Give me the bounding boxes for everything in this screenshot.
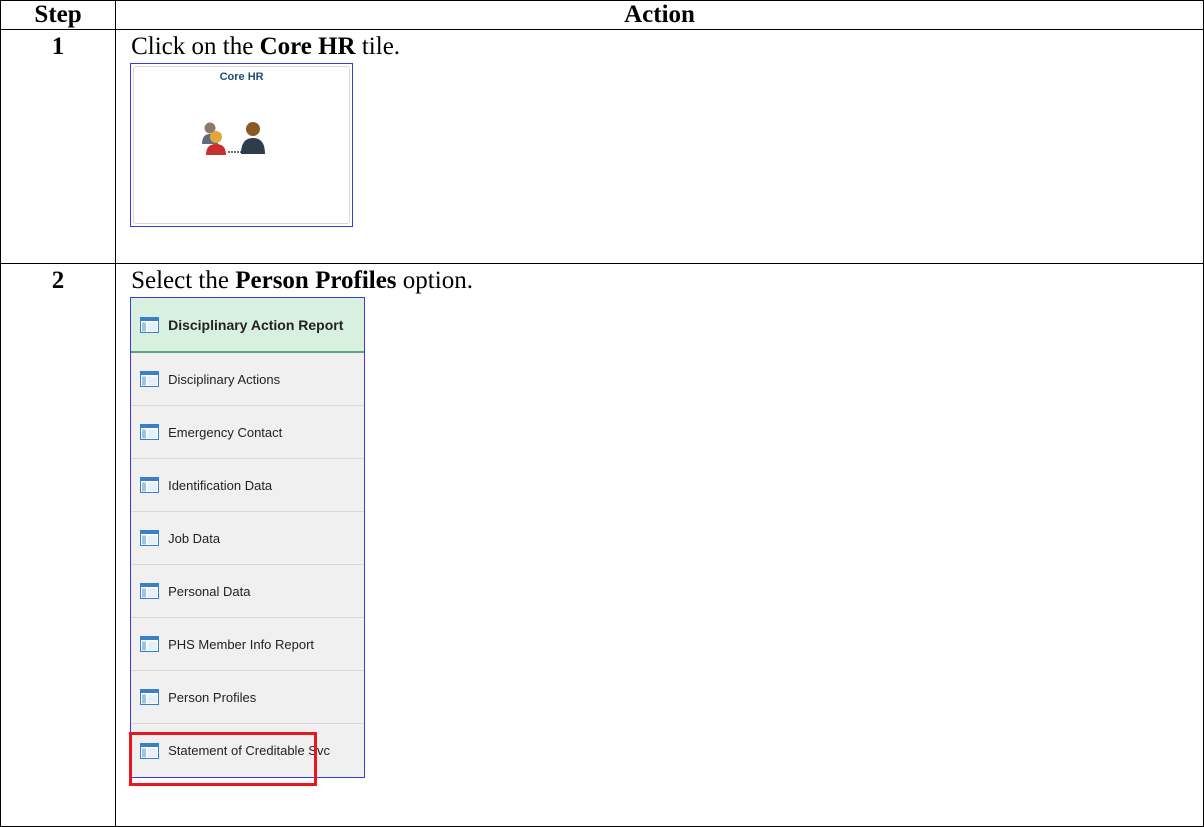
menu-item-statement-of-creditable-svc[interactable]: Statement of Creditable Svc bbox=[131, 724, 365, 777]
steps-table: Step Action 1 Click on the Core HR tile.… bbox=[0, 0, 1204, 827]
menu-item-label: Identification Data bbox=[168, 477, 273, 493]
menu-item-person-profiles[interactable]: Person Profiles bbox=[131, 671, 365, 724]
page-icon bbox=[140, 477, 160, 493]
action-cell: Select the Person Profiles option. Disci… bbox=[115, 263, 1204, 827]
menu-item-label: Disciplinary Action Report bbox=[168, 316, 344, 333]
menu-item-disciplinary-action-report[interactable]: Disciplinary Action Report bbox=[131, 298, 365, 353]
page-icon bbox=[140, 689, 160, 705]
core-hr-tile[interactable]: Core HR bbox=[130, 63, 354, 227]
tile-body[interactable]: Core HR bbox=[133, 66, 351, 224]
step-number: 2 bbox=[0, 263, 117, 827]
menu-item-disciplinary-actions[interactable]: Disciplinary Actions bbox=[131, 353, 365, 406]
page-icon bbox=[140, 583, 160, 599]
menu-item-identification-data[interactable]: Identification Data bbox=[131, 459, 365, 512]
core-hr-menu: Disciplinary Action Report Disciplinary … bbox=[129, 297, 366, 786]
action-header: Action bbox=[115, 0, 1204, 30]
page-icon bbox=[140, 424, 160, 440]
tile-title: Core HR bbox=[219, 71, 264, 83]
page-icon bbox=[140, 371, 160, 387]
instruction-text: Select the bbox=[131, 267, 236, 294]
menu-item-label: Personal Data bbox=[168, 583, 251, 599]
page-icon bbox=[140, 316, 160, 333]
table-row: 2 Select the Person Profiles option. Dis… bbox=[0, 263, 1204, 827]
menu-item-emergency-contact[interactable]: Emergency Contact bbox=[131, 406, 365, 459]
step-instruction: Select the Person Profiles option. bbox=[116, 264, 1203, 294]
menu-item-label: PHS Member Info Report bbox=[168, 636, 315, 652]
page-icon bbox=[140, 636, 160, 652]
menu-item-job-data[interactable]: Job Data bbox=[131, 512, 365, 565]
page-icon bbox=[140, 742, 160, 759]
step-header: Step bbox=[0, 0, 117, 30]
table-header-row: Step Action bbox=[0, 0, 1204, 30]
instruction-text: Click on the bbox=[131, 33, 260, 60]
step-instruction: Click on the Core HR tile. bbox=[116, 30, 1203, 60]
menu-item-label: Person Profiles bbox=[168, 689, 257, 705]
table-row: 1 Click on the Core HR tile. Core HR bbox=[0, 29, 1204, 264]
instruction-emphasis: Core HR bbox=[259, 33, 356, 60]
menu-item-phs-member-info-report[interactable]: PHS Member Info Report bbox=[131, 618, 365, 671]
menu-item-label: Job Data bbox=[168, 530, 221, 546]
menu-item-label: Disciplinary Actions bbox=[168, 371, 281, 387]
people-connection-icon bbox=[201, 119, 275, 168]
action-cell: Click on the Core HR tile. Core HR bbox=[115, 29, 1204, 264]
menu-item-label: Statement of Creditable Svc bbox=[168, 743, 330, 758]
menu-item-personal-data[interactable]: Personal Data bbox=[131, 565, 365, 618]
instruction-emphasis: Person Profiles bbox=[235, 267, 397, 294]
menu-item-label: Emergency Contact bbox=[168, 424, 283, 440]
instruction-text: option. bbox=[396, 267, 473, 294]
step-number: 1 bbox=[0, 29, 117, 264]
page-icon bbox=[140, 530, 160, 546]
instruction-text: tile. bbox=[355, 33, 401, 60]
